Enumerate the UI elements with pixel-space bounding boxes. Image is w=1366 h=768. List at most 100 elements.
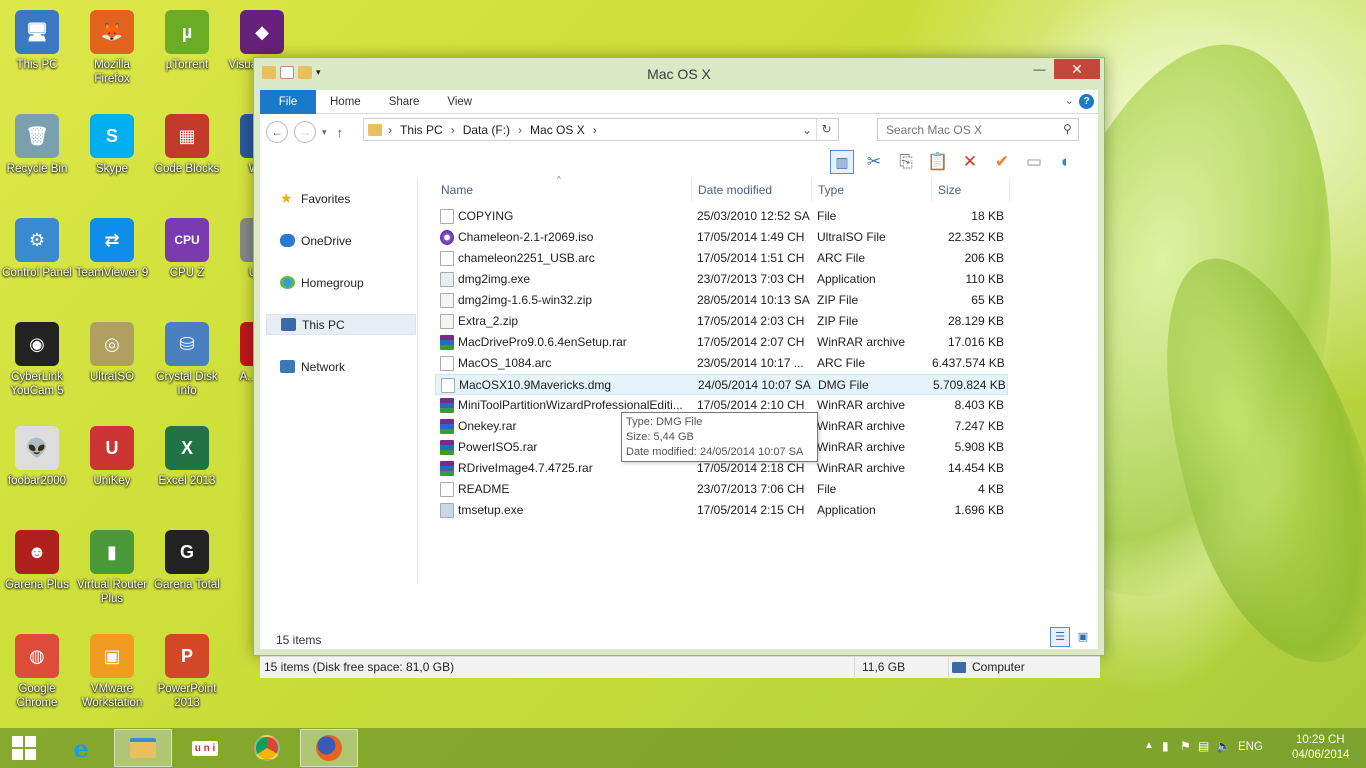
navigation-pane: ★ Favorites OneDrive Homegroup This PC Ne… [260,178,418,583]
delete-icon[interactable]: ✕ [958,150,982,174]
breadcrumb-this-pc[interactable]: This PC [400,123,443,137]
desktop-icon-vmware[interactable]: ▣ VMware Workstation [75,634,149,710]
tab-home[interactable]: Home [316,90,375,114]
breadcrumb-data-drive[interactable]: Data (F:) [463,123,510,137]
nav-this-pc[interactable]: This PC [266,314,416,335]
up-button[interactable]: ↑ [337,125,344,140]
breadcrumb-separator-icon[interactable]: › [518,123,522,137]
taskbar-firefox[interactable] [300,729,358,767]
nav-onedrive[interactable]: OneDrive [266,230,416,251]
file-row[interactable]: MacDrivePro9.0.6.4enSetup.rar 17/05/2014 … [435,332,1008,353]
search-input[interactable]: Search Mac OS X [877,118,1079,141]
file-row[interactable]: tmsetup.exe 17/05/2014 2:15 CH Application… [435,500,1008,521]
details-view-icon[interactable]: ☰ [1050,627,1070,647]
desktop-icon-chrome[interactable]: ◍ Google Chrome [0,634,74,710]
column-size[interactable]: Size [932,178,1010,202]
desktop-icon-recycle-bin[interactable]: 🗑 Recycle Bin [0,114,74,176]
nav-homegroup[interactable]: Homegroup [266,272,416,293]
minimize-button[interactable]: — [1026,59,1053,79]
desktop-icon-label: Recycle Bin [6,163,68,175]
desktop-icon-label: UniKey [93,475,131,487]
file-file-icon [441,378,455,393]
taskbar-internet-explorer[interactable]: e [52,729,110,767]
language-indicator[interactable]: ENG [1238,741,1263,753]
recent-locations-icon[interactable]: ▾ [322,127,327,138]
desktop-icon-unikey[interactable]: U UniKey [75,426,149,488]
tab-view[interactable]: View [433,90,486,114]
desktop-icon-crystaldisk[interactable]: ⛁ Crystal Disk Info [150,322,224,398]
large-icons-view-icon[interactable]: ▣ [1075,629,1091,645]
breadcrumb-separator-icon[interactable]: › [593,123,597,137]
help-icon[interactable]: ? [1079,94,1094,109]
network-icon[interactable]: ▤ [1198,739,1209,753]
taskbar-file-explorer[interactable] [114,729,172,767]
tab-file[interactable]: File [260,89,316,114]
desktop-icon-this-pc[interactable]: 🖥 This PC [0,10,74,72]
nav-favorites[interactable]: ★ Favorites [266,188,416,209]
tooltip-date: Date modified: 24/05/2014 10:07 SA [626,446,804,458]
action-center-icon[interactable]: ⚑ [1180,739,1191,753]
file-row[interactable]: dmg2img.exe 23/07/2013 7:03 CH Application… [435,269,1008,290]
file-row[interactable]: MacOS_1084.arc 23/05/2014 10:17 ... ARC Fi… [435,353,1008,374]
clock-date[interactable]: 04/06/2014 [1292,749,1350,761]
desktop-icon-cpu-z[interactable]: CPU CPU Z [150,218,224,280]
close-button[interactable]: ✕ [1054,59,1100,79]
title-bar[interactable]: ▾ Mac OS X — ☐ ✕ [254,58,1104,90]
file-row[interactable]: Extra_2.zip 17/05/2014 2:03 CH ZIP File 28.… [435,311,1008,332]
preview-pane-icon[interactable]: ▥ [830,150,854,174]
desktop-icon-powerpoint[interactable]: P PowerPoint 2013 [150,634,224,710]
desktop-icon-teamviewer[interactable]: ⇄ TeamViewer 9 [75,218,149,280]
file-row[interactable]: dmg2img-1.6.5-win32.zip 28/05/2014 10:13 … [435,290,1008,311]
cut-icon[interactable]: ✂ [862,150,886,174]
copy-icon[interactable]: ⎘ [894,150,918,174]
nav-network[interactable]: Network [266,356,416,377]
desktop-icon-label: PowerPoint 2013 [157,683,217,709]
paste-icon[interactable]: 📋 [926,150,950,174]
address-bar[interactable]: › This PC › Data (F:) › Mac OS X › ⌄ ↻ [363,118,839,141]
start-button[interactable] [0,729,48,767]
column-name[interactable]: Name [435,178,692,202]
address-dropdown-icon[interactable]: ⌄ [802,123,812,137]
power-icon[interactable]: ▮ [1162,739,1169,753]
shell-icon[interactable]: ◐ [1054,150,1078,174]
desktop-icon-youcam[interactable]: ◉ CyberLink YouCam 5 [0,322,74,398]
desktop-icon-garena-total[interactable]: G Garena Total [150,530,224,592]
file-row[interactable]: MacOSX10.9Mavericks.dmg 24/05/2014 10:07 … [435,374,1008,395]
desktop-icon-skype[interactable]: S Skype [75,114,149,176]
show-hidden-icons-icon[interactable]: ▲ [1144,740,1154,751]
file-name: MacOSX10.9Mavericks.dmg [459,378,612,392]
taskbar-chrome[interactable] [238,729,296,767]
expand-ribbon-icon[interactable]: ⌄ [1065,94,1074,107]
breadcrumb-separator-icon[interactable]: › [451,123,455,137]
tab-share[interactable]: Share [375,90,434,114]
desktop-icon-firefox[interactable]: 🦊 Mozilla Firefox [75,10,149,86]
file-row[interactable]: COPYING 25/03/2010 12:52 SA File 18 KB [435,206,1008,227]
rename-icon[interactable]: ✔ [990,150,1014,174]
file-row[interactable]: Chameleon-2.1-r2069.iso 17/05/2014 1:49 C… [435,227,1008,248]
file-size: 28.129 KB [947,314,1004,328]
breadcrumb-separator-icon[interactable]: › [388,123,392,137]
clock-time[interactable]: 10:29 CH [1296,734,1345,746]
taskbar-unikey[interactable]: u n i [176,729,234,767]
forward-button[interactable]: → [294,121,316,143]
search-icon[interactable]: ⚲ [1063,122,1072,136]
internet-explorer-icon: e [73,733,89,763]
desktop-icon-foobar[interactable]: 👽 foobar2000 [0,426,74,488]
refresh-icon[interactable]: ↻ [816,119,836,140]
desktop-icon-excel[interactable]: X Excel 2013 [150,426,224,488]
desktop-icon-control-panel[interactable]: ⚙ Control Panel [0,218,74,280]
volume-icon[interactable]: 🔈 [1216,739,1231,753]
column-type[interactable]: Type [812,178,932,202]
file-row[interactable]: chameleon2251_USB.arc 17/05/2014 1:51 CH A… [435,248,1008,269]
desktop-icon-utorrent[interactable]: µ µTorrent [150,10,224,72]
breadcrumb-mac-os-x[interactable]: Mac OS X [530,123,585,137]
desktop-icon-code-blocks[interactable]: ▦ Code Blocks [150,114,224,176]
file-row[interactable]: README 23/07/2013 7:06 CH File 4 KB [435,479,1008,500]
desktop-icon-garena-plus[interactable]: ☻ Garena Plus [0,530,74,592]
file-size: 5.908 KB [954,440,1004,454]
desktop-icon-ultraiso[interactable]: ◎ UltraISO [75,322,149,384]
properties-icon[interactable]: ▭ [1022,150,1046,174]
desktop-icon-virtual-router[interactable]: ▮ Virtual Router Plus [75,530,149,606]
column-date-modified[interactable]: Date modified [692,178,812,202]
back-button[interactable]: ← [266,121,288,143]
